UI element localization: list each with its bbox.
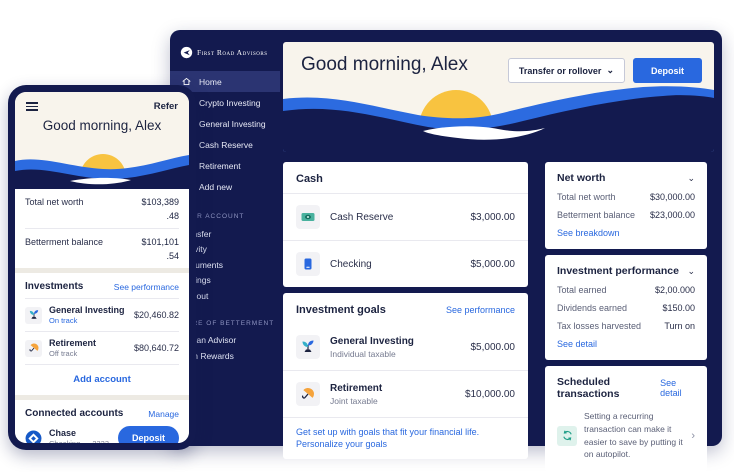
net-worth-title: Net worth <box>557 172 605 184</box>
goal-subtitle: Individual taxable <box>330 349 414 359</box>
banknote-icon <box>296 205 320 229</box>
net-worth-card: Net worth ⌄ Total net worth $30,000.00 B… <box>545 162 707 249</box>
connected-accounts-card: Connected accounts Manage Chase Checking… <box>15 400 189 443</box>
manage-link[interactable]: Manage <box>148 409 179 419</box>
investment-goals-card: Investment goals See performance General… <box>283 293 528 459</box>
goal-balance: $80,640.72 <box>134 343 179 353</box>
total-net-worth-value: $30,000.00 <box>650 192 695 202</box>
sidebar-item-label: Add new <box>199 182 232 192</box>
connected-accounts-title: Connected accounts <box>25 408 123 419</box>
page-greeting: Good morning, Alex <box>301 54 468 76</box>
goal-name: General Investing Individual taxable <box>330 336 414 359</box>
goals-title: Investment goals <box>296 304 386 316</box>
goal-name: Retirement Joint taxable <box>330 383 382 406</box>
bank-account-detail: Checking ····2323 <box>49 439 109 443</box>
debit-card-icon <box>296 252 320 276</box>
account-name: Checking <box>330 259 372 270</box>
goal-name: Retirement Off track <box>49 338 96 358</box>
status-badge: Off track <box>49 349 96 358</box>
refer-button[interactable]: Refer <box>154 101 178 112</box>
deposit-button[interactable]: Deposit <box>118 426 179 443</box>
sapling-icon <box>296 335 320 359</box>
total-earned-value: $2,00.000 <box>655 285 695 295</box>
general-investing-row[interactable]: General Investing Individual taxable $5,… <box>283 324 528 370</box>
bank-name: Chase Checking ····2323 <box>49 428 109 443</box>
mobile-hero: Refer Good morning, Alex <box>15 92 189 189</box>
chevron-right-icon: › <box>691 430 695 442</box>
cash-card: Cash Cash Reserve $3,000.00 Checking $5,… <box>283 162 528 287</box>
goal-balance: $20,460.82 <box>134 310 179 320</box>
sunrise-illustration <box>15 135 189 189</box>
chevron-down-icon[interactable]: ⌄ <box>687 267 695 276</box>
mobile-balances-card: Total net worth $103,389 .48 Betterment … <box>15 189 189 268</box>
umbrella-icon <box>25 340 42 357</box>
umbrella-icon <box>296 382 320 406</box>
cash-title: Cash <box>296 173 323 185</box>
betterment-balance-value: $101,101 .54 <box>141 236 179 263</box>
phone-mockup: Refer Good morning, Alex Total net worth… <box>8 85 196 450</box>
investment-performance-card: Investment performance ⌄ Total earned $2… <box>545 255 707 360</box>
personalize-goals-link[interactable]: Get set up with goals that fit your fina… <box>283 417 528 459</box>
brand: First Road Advisors <box>170 30 280 59</box>
sidebar-item-label: Retirement <box>199 161 241 171</box>
see-detail-link[interactable]: See detail <box>557 339 695 349</box>
chevron-down-icon: ⌄ <box>606 65 614 76</box>
goal-subtitle: Joint taxable <box>330 396 382 406</box>
brand-name: First Road Advisors <box>197 48 268 57</box>
mobile-greeting: Good morning, Alex <box>15 118 189 133</box>
account-balance: $3,000.00 <box>471 212 516 223</box>
see-detail-link[interactable]: See detail <box>660 378 695 398</box>
phone-screen: Refer Good morning, Alex Total net worth… <box>15 92 189 443</box>
chase-account-row: Chase Checking ····2323 Deposit <box>25 426 179 443</box>
add-account-link[interactable]: Add account <box>25 365 179 395</box>
main-content: Good morning, Alex Transfer or rollover … <box>283 42 714 472</box>
retirement-row[interactable]: Retirement Joint taxable $10,000.00 <box>283 371 528 417</box>
total-net-worth-value: $103,389 .48 <box>141 196 179 223</box>
mobile-investments-card: Investments See performance General Inve… <box>15 273 189 395</box>
retirement-row[interactable]: Retirement Off track $80,640.72 <box>25 332 179 364</box>
recurring-icon <box>557 426 577 446</box>
recurring-transaction-row[interactable]: Setting a recurring transaction can make… <box>557 410 695 461</box>
scheduled-transactions-card: Scheduled transactions See detail <box>545 366 707 472</box>
hamburger-menu-icon[interactable] <box>26 102 38 111</box>
chase-logo-icon <box>25 430 42 444</box>
goal-balance: $10,000.00 <box>465 389 515 400</box>
transfer-or-rollover-button[interactable]: Transfer or rollover ⌄ <box>508 58 625 83</box>
sidebar-item-label: General Investing <box>199 119 266 129</box>
checking-row[interactable]: Checking $5,000.00 <box>283 241 528 287</box>
scheduled-title: Scheduled transactions <box>557 376 660 400</box>
dividends-earned-value: $150.00 <box>662 303 695 313</box>
investments-title: Investments <box>25 281 83 292</box>
chevron-down-icon[interactable]: ⌄ <box>687 174 695 183</box>
goal-balance: $5,000.00 <box>471 342 516 353</box>
sapling-icon <box>25 307 42 324</box>
sidebar-item-label: Crypto Investing <box>199 98 260 108</box>
turn-on-link[interactable]: Turn on <box>664 321 695 331</box>
deposit-button[interactable]: Deposit <box>633 58 702 83</box>
see-breakdown-link[interactable]: See breakdown <box>557 228 695 238</box>
desktop-window: First Road Advisors Home Crypto Investin… <box>170 30 722 446</box>
account-balance: $5,000.00 <box>471 259 516 270</box>
performance-title: Investment performance <box>557 265 679 277</box>
total-net-worth-row[interactable]: Total net worth $103,389 .48 <box>25 189 179 228</box>
betterment-balance-value: $23,000.00 <box>650 210 695 220</box>
see-performance-link[interactable]: See performance <box>114 282 179 292</box>
goal-name: General Investing On track <box>49 305 125 325</box>
betterment-balance-row[interactable]: Betterment balance $101,101 .54 <box>25 229 179 268</box>
see-performance-link[interactable]: See performance <box>446 305 515 315</box>
status-badge: On track <box>49 316 125 325</box>
brand-logo-icon <box>180 46 193 59</box>
cash-reserve-row[interactable]: Cash Reserve $3,000.00 <box>283 194 528 240</box>
header-banner: Good morning, Alex Transfer or rollover … <box>283 42 714 152</box>
scheduled-hint-text: Setting a recurring transaction can make… <box>584 410 684 461</box>
sidebar-item-label: Home <box>199 77 222 87</box>
sidebar-item-label: Cash Reserve <box>199 140 253 150</box>
general-investing-row[interactable]: General Investing On track $20,460.82 <box>25 299 179 331</box>
account-name: Cash Reserve <box>330 212 393 223</box>
